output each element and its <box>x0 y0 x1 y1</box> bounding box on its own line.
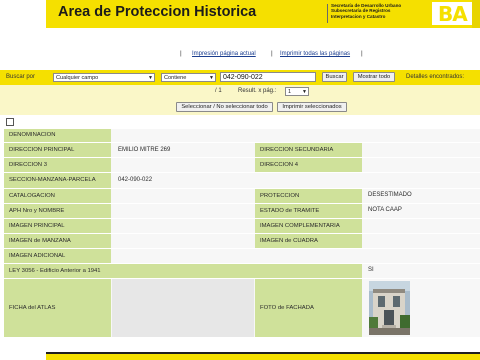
results-found-label: Detalles encontrados: <box>406 74 465 80</box>
ficha-cell <box>112 279 254 337</box>
chevron-down-icon: ▼ <box>302 89 307 95</box>
footer-bar <box>46 352 480 360</box>
print-selected-button[interactable]: Imprimir seleccionados <box>277 102 347 112</box>
secretaria-block: Secretaría de Desarrollo Urbano Subsecre… <box>331 3 423 19</box>
denominacion-label: DENOMINACION <box>4 129 111 142</box>
link-separator-3: | <box>361 50 363 57</box>
estado-value: NOTA CAAP <box>368 207 402 213</box>
img-adicional-label: IMAGEN ADICIONAL <box>4 249 111 263</box>
dir-secundaria-label: DIRECCION SECUNDARIA <box>255 143 362 157</box>
search-label: Buscar por <box>6 74 36 80</box>
img-principal-label: IMAGEN PRINCIPAL <box>4 219 111 233</box>
smp-label: SECCION-MANZANA-PARCELA <box>4 173 111 188</box>
aph-label: APH Nro y NOMBRE <box>4 204 111 218</box>
catalogacion-label: CATALOGACION <box>4 189 111 203</box>
operator-value: Contiene <box>164 75 187 81</box>
show-all-button[interactable]: Mostrar todo <box>353 72 395 82</box>
smp-value: 042-090-022 <box>118 177 153 183</box>
dir4-label: DIRECCION 4 <box>255 158 362 172</box>
print-all-link[interactable]: Imprimir todas las páginas <box>280 51 350 57</box>
print-page-link[interactable]: Impresión página actual <box>192 51 256 57</box>
link-separator-1: | <box>180 50 182 57</box>
proteccion-value: DESESTIMADO <box>368 192 412 198</box>
secretaria-line-3: Interpretacion y Catastro <box>331 13 386 19</box>
results-per-page-value: 1 <box>288 89 292 95</box>
select-all-button[interactable]: Seleccionar / No seleccionar todo <box>176 102 273 112</box>
search-input[interactable]: 042-090-022 <box>220 72 316 82</box>
img-cuadra-label: IMAGEN de CUADRA <box>255 234 362 248</box>
header-edge-bar <box>472 0 480 28</box>
proteccion-label: PROTECCION <box>255 189 362 203</box>
operator-select[interactable]: Contiene ▼ <box>161 73 216 82</box>
foto-label: FOTO de FACHADA <box>255 279 362 337</box>
results-per-page-select[interactable]: 1 ▼ <box>285 87 309 96</box>
ba-logo-text: BA <box>438 2 468 26</box>
header-divider <box>327 4 328 23</box>
page-count: / 1 <box>215 88 222 94</box>
results-per-page-label: Result. x pág.: <box>238 88 277 94</box>
facade-image <box>369 281 410 335</box>
page-title: Area de Proteccion Historica <box>58 4 257 20</box>
link-separator-2: | <box>271 50 273 57</box>
ba-logo[interactable]: BA <box>432 2 472 26</box>
dir3-label: DIRECCION 3 <box>4 158 111 172</box>
checkbox-row <box>0 115 480 128</box>
chevron-down-icon: ▼ <box>148 75 153 81</box>
ley-value: SI <box>368 267 374 273</box>
facade-photo[interactable] <box>369 281 410 335</box>
ley-label: LEY 3056 - Edificio Anterior a 1941 <box>4 264 362 278</box>
estado-label: ESTADO de TRAMITE <box>255 204 362 218</box>
img-complementaria-label: IMAGEN COMPLEMENTARIA <box>255 219 362 233</box>
record-checkbox[interactable] <box>6 118 14 126</box>
search-field-value: Cualquier campo <box>56 75 99 81</box>
img-manzana-label: IMAGEN de MANZANA <box>4 234 111 248</box>
dir-principal-value: EMILIO MITRE 269 <box>118 147 171 153</box>
search-button[interactable]: Buscar <box>322 72 347 82</box>
search-field-select[interactable]: Cualquier campo ▼ <box>53 73 155 82</box>
dir-principal-label: DIRECCION PRINCIPAL <box>4 143 111 157</box>
chevron-down-icon: ▼ <box>209 75 214 81</box>
ficha-label: FICHA del ATLAS <box>4 279 111 337</box>
footer-dark-stripe <box>46 352 480 354</box>
